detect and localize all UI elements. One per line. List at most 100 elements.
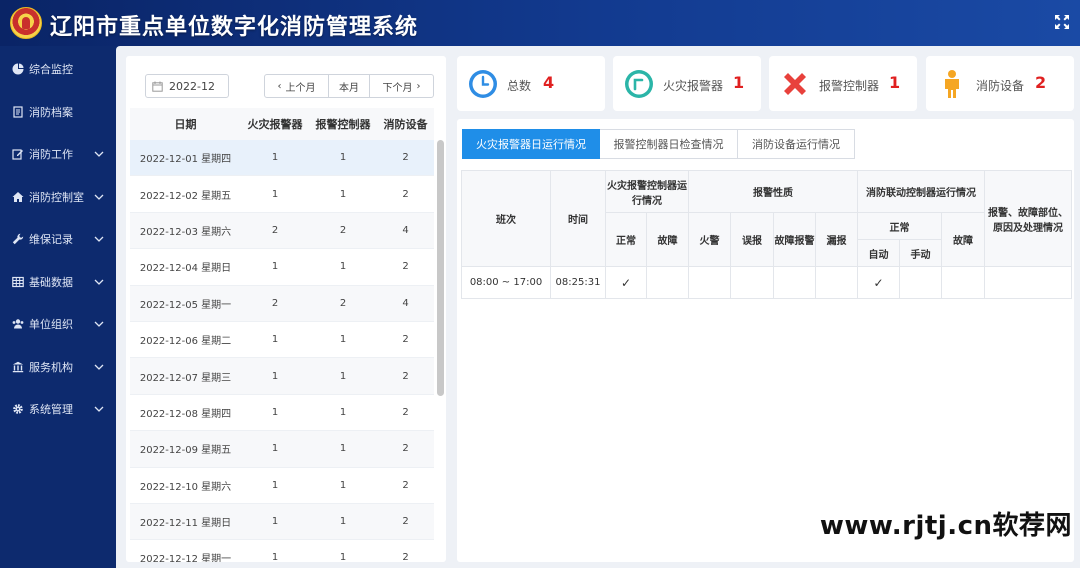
table-row[interactable]: 2022-12-03 星期六 2 2 4 (130, 212, 434, 250)
table-row[interactable]: 2022-12-10 星期六 1 1 2 (130, 467, 434, 504)
header-time: 时间 (550, 170, 606, 267)
cell-date: 2022-12-05 星期一 (139, 299, 232, 311)
summary-value: 1 (733, 73, 745, 92)
summary-value: 2 (1035, 73, 1047, 92)
tab-device-status[interactable]: 消防设备运行情况 (738, 129, 855, 159)
cell-false-alarm (730, 266, 774, 299)
app-title: 辽阳市重点单位数字化消防管理系统 (50, 15, 419, 40)
summary-value: 4 (543, 73, 555, 92)
table-row[interactable]: 2022-12-05 星期一 2 2 4 (130, 285, 434, 322)
header-fault-alarm: 故障报警 (773, 212, 816, 267)
cell-fire-alarm: 1 (271, 552, 279, 562)
person-icon (936, 68, 968, 100)
table-row[interactable]: 2022-12-04 星期日 1 1 2 (130, 249, 434, 286)
sidebar-item-label: 服务机构 (29, 360, 73, 374)
cell-devices: 2 (402, 188, 409, 200)
cell-fire-alarm: 2 (271, 297, 279, 309)
edit-icon (12, 148, 24, 160)
watermark: www.rjtj.cn软荐网 (819, 511, 1072, 541)
fullscreen-icon[interactable] (1054, 14, 1070, 30)
next-month-button[interactable]: 下个月 › (370, 75, 433, 97)
cell-devices: 2 (402, 152, 409, 164)
sidebar-item-system[interactable]: 系统管理 (0, 388, 116, 431)
header-linkage-status: 消防联动控制器运行情况 (857, 170, 985, 213)
table-row: 08:00 ~ 17:00 08:25:31 ✓ ✓ (461, 266, 1072, 299)
sidebar-item-maintenance[interactable]: 维保记录 (0, 218, 116, 261)
cell-devices: 4 (402, 297, 409, 309)
cell-fire-alarm: 1 (271, 152, 279, 164)
header-shift: 班次 (461, 170, 551, 267)
sidebar-item-basic-data[interactable]: 基础数据 (0, 261, 116, 304)
header-fire: 火警 (688, 212, 731, 267)
table-row[interactable]: 2022-12-01 星期四 1 1 2 (130, 140, 434, 177)
chevron-down-icon (94, 149, 104, 159)
cell-devices: 2 (402, 443, 409, 455)
chevron-down-icon (94, 362, 104, 372)
sidebar-item-organization[interactable]: 单位组织 (0, 303, 116, 346)
ring-icon (623, 68, 655, 100)
tab-fire-alarm-daily[interactable]: 火灾报警器日运行情况 (462, 129, 600, 159)
cell-controller: 1 (339, 370, 347, 382)
cell-date: 2022-12-03 星期六 (139, 226, 232, 238)
cell-controller: 1 (339, 188, 347, 200)
summary-label: 消防设备 (976, 79, 1025, 93)
table-row[interactable]: 2022-12-07 星期三 1 1 2 (130, 358, 434, 395)
summary-card-devices[interactable]: 消防设备 2 (926, 56, 1074, 111)
table-row[interactable]: 2022-12-12 星期一 1 1 2 (130, 540, 434, 562)
cell-devices: 2 (402, 261, 409, 273)
column-header-controller: 报警控制器 (315, 118, 371, 131)
summary-label: 报警控制器 (819, 79, 880, 93)
this-month-button[interactable]: 本月 (329, 75, 370, 97)
report-tabs: 火灾报警器日运行情况 报警控制器日检查情况 消防设备运行情况 (462, 129, 855, 159)
chevron-down-icon (94, 192, 104, 202)
header-alarm-type: 报警性质 (688, 170, 858, 213)
sidebar-item-label: 消防控制室 (29, 190, 84, 204)
table-row[interactable]: 2022-12-02 星期五 1 1 2 (130, 176, 434, 213)
header-linkage-fault: 故障 (941, 212, 985, 267)
cell-linkage-fault (941, 266, 985, 299)
summary-card-fire-alarm[interactable]: 火灾报警器 1 (613, 56, 761, 111)
cell-date: 2022-12-06 星期二 (139, 336, 232, 348)
table-row[interactable]: 2022-12-09 星期五 1 1 2 (130, 431, 434, 468)
sidebar-item-label: 系统管理 (29, 403, 73, 417)
header-manual: 手动 (899, 239, 942, 267)
cell-controller: 1 (339, 516, 347, 528)
cell-fault-alarm (773, 266, 816, 299)
cell-controller: 1 (339, 152, 347, 164)
fire-department-logo-icon (10, 7, 42, 39)
sidebar-item-service[interactable]: 服务机构 (0, 346, 116, 389)
table-row[interactable]: 2022-12-08 星期四 1 1 2 (130, 394, 434, 432)
summary-card-total[interactable]: 总数 4 (457, 56, 605, 111)
cell-fire-alarm: 1 (271, 370, 279, 382)
table-row[interactable]: 2022-12-11 星期日 1 1 2 (130, 503, 434, 541)
cell-fire-alarm: 1 (271, 516, 279, 528)
report-panel: 火灾报警器日运行情况 报警控制器日检查情况 消防设备运行情况 班次 时间 火灾报… (457, 119, 1074, 562)
prev-month-button[interactable]: ‹ 上个月 (265, 75, 329, 97)
cell-time: 08:25:31 (550, 266, 606, 299)
cell-date: 2022-12-10 星期六 (139, 481, 232, 493)
home-icon (12, 191, 24, 203)
header-remark: 报警、故障部位、原因及处理情况 (984, 170, 1072, 267)
calendar-icon (152, 81, 163, 92)
header-missed-alarm: 漏报 (815, 212, 858, 267)
cell-controller: 1 (339, 479, 347, 491)
summary-card-controller[interactable]: 报警控制器 1 (769, 56, 917, 111)
sidebar-item-monitor[interactable]: 综合监控 (0, 48, 116, 91)
chevron-down-icon (94, 234, 104, 244)
chevron-down-icon (94, 319, 104, 329)
table-row[interactable]: 2022-12-06 星期二 1 1 2 (130, 321, 434, 359)
cell-date: 2022-12-01 星期四 (139, 154, 232, 166)
cell-controller: 1 (339, 443, 347, 455)
chevron-right-icon: › (416, 80, 421, 92)
tab-controller-daily-check[interactable]: 报警控制器日检查情况 (600, 129, 738, 159)
cell-date: 2022-12-09 星期五 (139, 445, 232, 457)
cell-ctrl-normal: ✓ (605, 266, 647, 299)
sidebar-item-archive[interactable]: 消防档案 (0, 91, 116, 134)
sidebar-item-work[interactable]: 消防工作 (0, 133, 116, 176)
column-header-fire-alarm: 火灾报警器 (247, 118, 303, 131)
cell-devices: 4 (402, 224, 409, 236)
month-picker[interactable]: 2022-12 (145, 74, 229, 98)
cell-linkage-manual (899, 266, 942, 299)
daily-table-scrollbar[interactable] (437, 140, 444, 396)
sidebar-item-control-room[interactable]: 消防控制室 (0, 176, 116, 219)
